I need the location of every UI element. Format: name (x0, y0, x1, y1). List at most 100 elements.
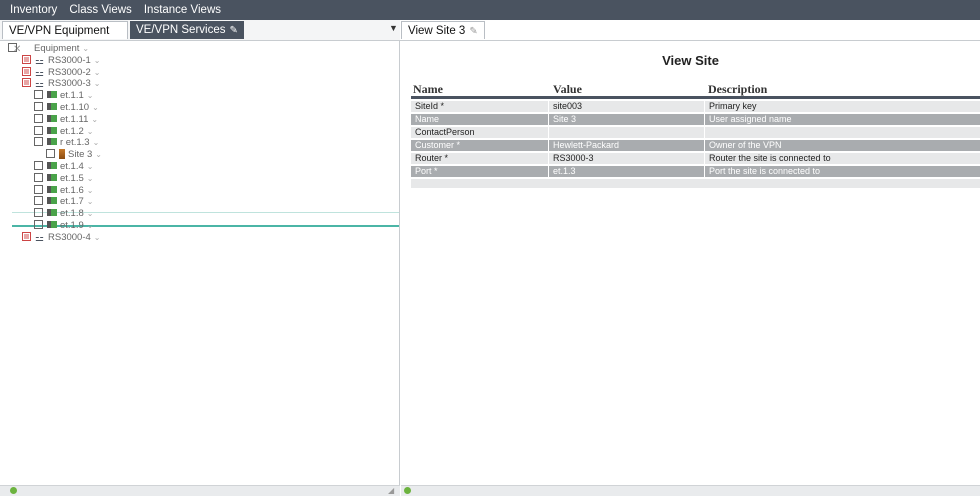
tab-view-site-label: View Site 3 (408, 25, 466, 37)
checkbox-icon[interactable] (34, 160, 43, 170)
tree-node-label: RS3000-4 (48, 231, 91, 243)
port-icon (47, 161, 57, 169)
chevron-down-icon[interactable]: ⌄ (87, 127, 94, 136)
tree-node-label: et.1.2 (60, 125, 84, 137)
chevron-down-icon[interactable]: ⌄ (87, 91, 94, 100)
tree-node[interactable]: r et.1.3 ⌄ (34, 137, 99, 149)
tree-node-label: et.1.6 (60, 184, 84, 196)
chevron-down-icon[interactable]: ⌄ (94, 233, 101, 242)
table-row[interactable]: Router * RS3000-3 Router the site is conne… (411, 153, 980, 164)
table-row[interactable]: Customer * Hewlett-Packard Owner of the VP… (411, 140, 980, 151)
checkbox-icon[interactable] (34, 208, 43, 218)
tree-node-label: RS3000-2 (48, 66, 91, 78)
expand-toggle-icon[interactable] (22, 66, 31, 76)
pin-icon[interactable]: ✎ (229, 22, 237, 40)
tree-node[interactable]: et.1.4 ⌄ (34, 160, 94, 173)
tab-ve-vpn-services[interactable]: VE/VPN Services ✎ (130, 21, 244, 39)
checkbox-icon[interactable] (8, 42, 17, 52)
checkbox-icon[interactable] (34, 137, 43, 147)
tree-node-label: et.1.10 (60, 102, 90, 113)
expand-toggle-icon[interactable] (22, 78, 31, 88)
checkbox-icon[interactable] (34, 196, 43, 206)
chevron-down-icon[interactable]: ⌄ (87, 174, 94, 183)
column-header-name[interactable]: Name (413, 82, 443, 97)
checkbox-icon[interactable] (34, 125, 43, 135)
tree-node[interactable]: et.1.11 ⌄ (34, 113, 98, 126)
chevron-down-icon[interactable]: ⌄ (94, 68, 101, 77)
tree-node[interactable]: et.1.10 ⌄ (34, 101, 99, 114)
cell-name: Name (411, 114, 549, 125)
checkbox-icon[interactable] (34, 172, 43, 182)
tree-node-label: Equipment (34, 43, 80, 54)
expand-toggle-icon[interactable] (22, 231, 31, 241)
chevron-down-icon[interactable]: ⌄ (82, 44, 89, 53)
tab-view-site-3[interactable]: View Site 3 ✎ (401, 21, 485, 39)
pin-icon[interactable]: ✎ (469, 23, 477, 41)
tree-node[interactable]: et.1.6 ⌄ (34, 184, 94, 197)
port-icon (47, 197, 57, 205)
chevron-down-icon[interactable]: ⌄ (87, 197, 94, 206)
header-divider (411, 96, 980, 99)
checkbox-icon[interactable] (34, 219, 43, 229)
router-icon: ⚍ (35, 55, 44, 67)
tree-node[interactable]: et.1.5 ⌄ (34, 172, 94, 185)
table-row[interactable]: ContactPerson (411, 127, 980, 138)
checkbox-icon[interactable] (34, 113, 43, 123)
chevron-down-icon[interactable]: ⌄ (95, 150, 102, 159)
tree-node-label: et.1.9 (60, 220, 84, 231)
chevron-down-icon[interactable]: ⌄ (92, 103, 99, 112)
tree-node-label: et.1.4 (60, 161, 84, 172)
chevron-down-icon[interactable]: ⌄ (87, 221, 94, 230)
chevron-down-icon[interactable]: ⌄ (91, 115, 98, 124)
tree-node[interactable]: ⚍ RS3000-2 ⌄ (22, 66, 101, 79)
tree-node-label: et.1.8 (60, 208, 84, 220)
tree-node[interactable]: ⚍ RS3000-4 ⌄ (22, 231, 101, 244)
table-row[interactable]: Port * et.1.3 Port the site is connected t… (411, 166, 980, 177)
expand-toggle-icon[interactable] (22, 54, 31, 64)
tree-node[interactable]: et.1.1 ⌄ (34, 90, 93, 102)
tree-node[interactable]: et.1.8 ⌄ (34, 208, 93, 220)
tree-node[interactable]: ⚍ RS3000-1 ⌄ (22, 54, 101, 67)
tree-node-label: et.1.5 (60, 172, 84, 184)
table-row[interactable]: Name Site 3 User assigned name (411, 114, 980, 125)
menu-instance-views[interactable]: Instance Views (144, 0, 221, 20)
cell-description: User assigned name (709, 114, 792, 124)
tree-node[interactable]: et.1.2 ⌄ (34, 125, 94, 138)
cell-value: Hewlett-Packard (549, 140, 705, 151)
checkbox-icon[interactable] (34, 101, 43, 111)
router-icon: ⚍ (35, 79, 44, 91)
tree-node[interactable]: ⚍ RS3000-3 ⌄ (22, 78, 100, 90)
checkbox-icon[interactable] (34, 184, 43, 194)
cell-name: ContactPerson (411, 127, 549, 138)
chevron-down-icon[interactable]: ⌄ (94, 56, 101, 65)
tree-node[interactable]: et.1.9 ⌄ (34, 219, 94, 232)
tree-node-label: Site 3 (68, 149, 93, 161)
chevron-down-icon[interactable]: ⌄ (87, 186, 94, 195)
menu-inventory[interactable]: Inventory (10, 0, 57, 20)
tree-node-label: RS3000-3 (48, 78, 91, 90)
equipment-icon (21, 43, 31, 52)
cell-value: Site 3 (549, 114, 705, 125)
column-header-value[interactable]: Value (553, 82, 582, 97)
cell-description: Router the site is connected to (709, 153, 831, 163)
tree-node[interactable]: et.1.7 ⌄ (34, 196, 93, 208)
chevron-down-icon[interactable]: ⌄ (87, 162, 94, 171)
tree-node[interactable]: Site 3 ⌄ (46, 148, 102, 161)
right-tab-strip: View Site 3 ✎ (400, 20, 980, 41)
tab-ve-vpn-equipment[interactable]: VE/VPN Equipment✕ (2, 21, 128, 55)
chevron-down-icon[interactable]: ⌄ (93, 138, 100, 147)
tab-list-dropdown-icon[interactable]: ▼ (389, 23, 398, 33)
chevron-down-icon[interactable]: ⌄ (87, 209, 94, 218)
view-site-panel: View Site Name Value Description SiteId … (401, 40, 980, 485)
tree-node[interactable]: Equipment ⌄ (8, 42, 89, 55)
tab-row: VE/VPN Equipment✕ VE/VPN Services ✎ ▼ Vie… (0, 20, 980, 55)
status-ok-icon (10, 487, 17, 494)
port-icon (47, 102, 57, 110)
chevron-down-icon[interactable]: ⌄ (94, 79, 101, 88)
table-row[interactable]: SiteId * site003 Primary key (411, 101, 980, 112)
menu-class-views[interactable]: Class Views (69, 0, 131, 20)
checkbox-icon[interactable] (46, 149, 55, 159)
column-header-description[interactable]: Description (708, 82, 767, 97)
cell-value (549, 127, 705, 138)
checkbox-icon[interactable] (34, 90, 43, 100)
